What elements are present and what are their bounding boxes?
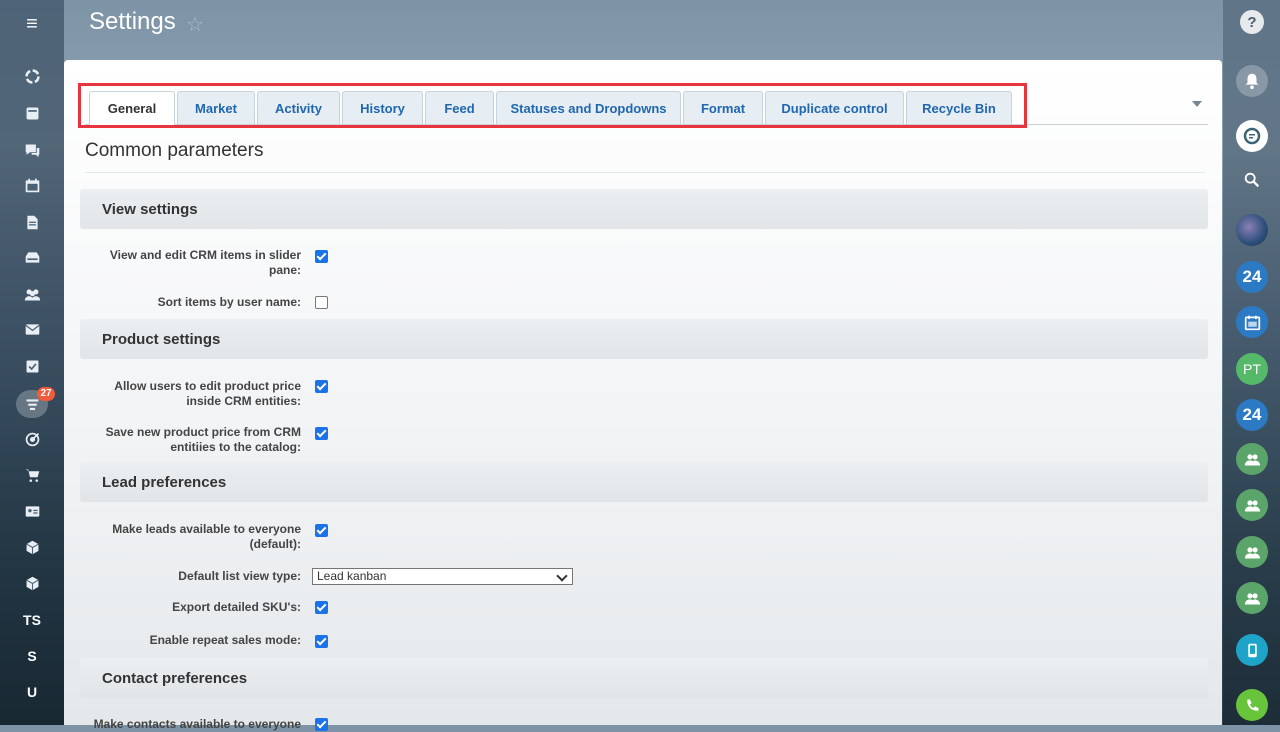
group-chat-icon[interactable]	[1236, 582, 1268, 614]
shopping-cart-icon[interactable]	[21, 464, 43, 486]
tab-statuses-and-dropdowns[interactable]: Statuses and Dropdowns	[496, 91, 681, 124]
star-icon[interactable]: ☆	[186, 12, 204, 37]
tab-market[interactable]: Market	[177, 91, 255, 124]
group-header-contact-preferences: Contact preferences	[80, 658, 1208, 698]
dashboard-icon[interactable]	[21, 65, 43, 87]
left-sidebar: ≡ 27 TS S U	[0, 0, 64, 725]
contacts-group-icon[interactable]	[21, 283, 43, 305]
mobile-phone-icon[interactable]	[1236, 634, 1268, 666]
group-chat-icon[interactable]	[1236, 443, 1268, 475]
calendar-chat-avatar[interactable]	[1236, 306, 1268, 338]
calendar-icon[interactable]	[21, 174, 43, 196]
target-icon[interactable]	[21, 428, 43, 450]
right-sidebar: ? 24 PT 24	[1223, 0, 1280, 725]
phone-call-icon[interactable]	[1236, 689, 1268, 721]
save-product-price-checkbox[interactable]	[315, 427, 328, 440]
pt-user-avatar[interactable]: PT	[1236, 353, 1268, 385]
default-list-view-select[interactable]: Lead kanban	[312, 568, 573, 585]
tab-general[interactable]: General	[89, 91, 175, 125]
setting-label: Allow users to edit product price inside …	[114, 379, 301, 408]
setting-label: Export detailed SKU's:	[172, 600, 301, 614]
notification-badge: 27	[37, 387, 55, 401]
chat-icon[interactable]	[21, 139, 43, 161]
drive-icon[interactable]	[21, 246, 43, 268]
tabs-more-dropdown-icon[interactable]	[1192, 101, 1202, 107]
chevron-down-icon	[556, 570, 568, 582]
group-header-view-settings: View settings	[80, 189, 1208, 229]
bitrix24-chat-avatar[interactable]: 24	[1236, 261, 1268, 293]
notifications-bell-icon[interactable]	[1236, 65, 1268, 97]
setting-label: Default list view type:	[178, 569, 301, 583]
group-chat-icon[interactable]	[1236, 489, 1268, 521]
messenger-icon[interactable]	[1236, 120, 1268, 152]
group-header-product-settings: Product settings	[80, 319, 1208, 359]
user-avatar[interactable]	[1236, 214, 1268, 246]
nav-initials-ts[interactable]: TS	[0, 612, 64, 628]
page-title: Settings	[89, 8, 176, 35]
mail-icon[interactable]	[21, 318, 43, 340]
export-sku-checkbox[interactable]	[315, 601, 328, 614]
setting-label: Sort items by user name:	[157, 295, 301, 309]
group-header-lead-preferences: Lead preferences	[80, 462, 1208, 502]
setting-label: Enable repeat sales mode:	[149, 633, 301, 647]
section-title: Common parameters	[85, 140, 264, 161]
tabs-divider	[85, 124, 1208, 125]
tab-format[interactable]: Format	[683, 91, 763, 124]
tab-feed[interactable]: Feed	[425, 91, 494, 124]
leads-available-checkbox[interactable]	[315, 524, 328, 537]
tab-recycle-bin[interactable]: Recycle Bin	[906, 91, 1012, 124]
search-icon[interactable]	[1236, 164, 1268, 196]
setting-label: Save new product price from CRM entitiies…	[105, 425, 301, 454]
nav-initials-s[interactable]: S	[0, 648, 64, 664]
group-chat-icon[interactable]	[1236, 536, 1268, 568]
document-icon[interactable]	[21, 211, 43, 233]
tab-activity[interactable]: Activity	[257, 91, 340, 124]
tab-duplicate-control[interactable]: Duplicate control	[765, 91, 904, 124]
section-divider	[85, 172, 1205, 173]
repeat-sales-checkbox[interactable]	[315, 635, 328, 648]
box-icon[interactable]	[21, 536, 43, 558]
setting-label: View and edit CRM items in slider pane:	[109, 248, 301, 277]
tasks-icon[interactable]	[21, 355, 43, 377]
edit-product-price-checkbox[interactable]	[315, 380, 328, 393]
feed-icon[interactable]	[21, 102, 43, 124]
nav-initials-u[interactable]: U	[0, 684, 64, 700]
package-icon[interactable]	[21, 572, 43, 594]
contact-card-icon[interactable]	[21, 500, 43, 522]
slider-pane-checkbox[interactable]	[315, 250, 328, 263]
setting-label: Make leads available to everyone (default…	[112, 522, 301, 551]
sort-by-user-name-checkbox[interactable]	[315, 296, 328, 309]
bitrix24-chat-avatar-2[interactable]: 24	[1236, 399, 1268, 431]
menu-icon[interactable]: ≡	[22, 14, 42, 34]
tab-history[interactable]: History	[342, 91, 423, 124]
help-icon[interactable]: ?	[1240, 10, 1264, 34]
